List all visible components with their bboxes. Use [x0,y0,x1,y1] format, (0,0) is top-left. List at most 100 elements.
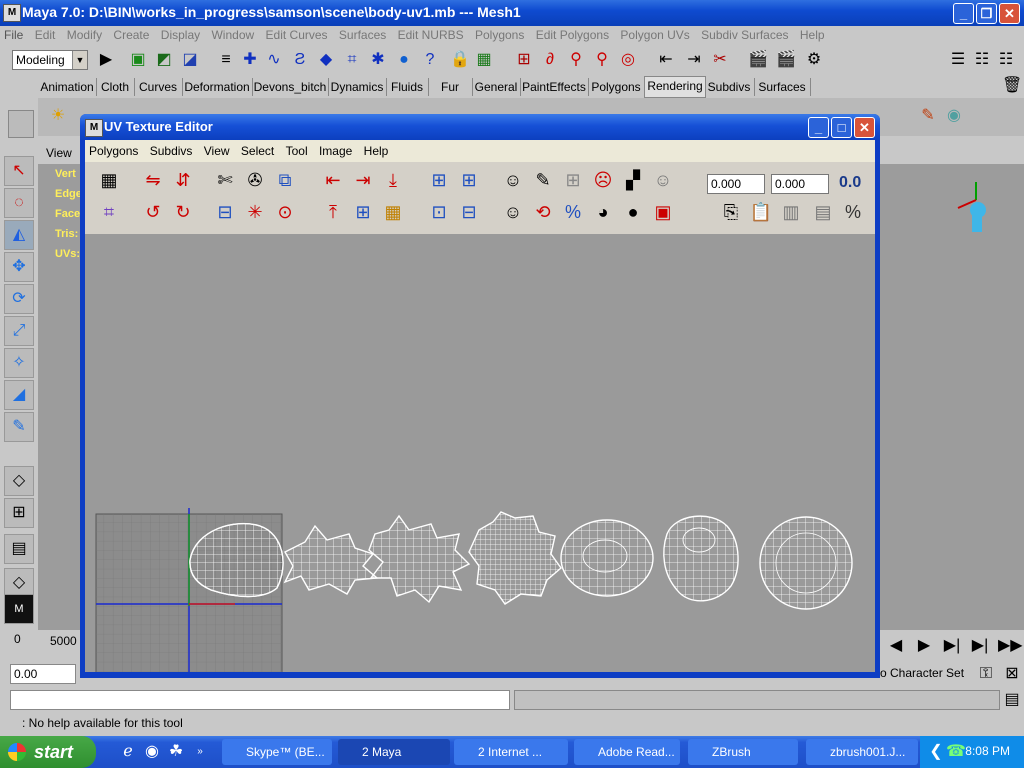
shaded-uv-icon[interactable]: ☺ [499,166,527,194]
shelf-tab-subdivs[interactable]: Subdivs [704,78,755,96]
grid-uvs-icon[interactable]: ▦ [379,198,407,226]
snap-plane-icon[interactable]: ◆ [316,50,336,70]
menu-help[interactable]: Help [796,26,829,44]
shelf-tab-fur[interactable]: Fur [428,78,473,96]
ipr-render-icon[interactable]: ⚲ [592,50,612,70]
select-hierarchy-icon[interactable]: ▣ [128,50,148,70]
shelf-tab-deformation[interactable]: Deformation [182,78,253,96]
unitize-icon[interactable]: ✳ [241,198,269,226]
zoom-out-icon[interactable]: ⊟ [455,198,483,226]
media-quicklaunch-icon[interactable]: ◉ [142,742,162,762]
attribute-editor-icon[interactable]: ☰ [948,50,968,70]
soft-mod-tool-icon[interactable]: ◢ [4,380,34,410]
messenger-quicklaunch-icon[interactable]: ☘ [166,742,186,762]
four-pane-layout-icon[interactable]: ⊞ [4,498,34,528]
center-icon[interactable]: ⊞ [349,198,377,226]
minimize-button[interactable]: _ [953,3,974,24]
live-surface-icon[interactable]: ⌗ [342,50,362,70]
last-tool-icon[interactable]: ✎ [4,412,34,442]
uv-menu-view[interactable]: View [200,140,234,162]
shelf-tab-polygons[interactable]: Polygons [588,78,645,96]
align-right-icon[interactable]: ⇥ [349,166,377,194]
snap-grid-icon[interactable]: ✚ [240,50,260,70]
uv-menu-polygons[interactable]: Polygons [85,140,142,162]
light-icon[interactable]: ☀ [48,106,68,126]
copy-uvs-icon[interactable]: ⎘ [717,198,745,226]
rotate-ccw-icon[interactable]: ↺ [139,198,167,226]
cut-uvs-icon[interactable]: ✄ [211,166,239,194]
flip-u-icon[interactable]: ⇋ [139,166,167,194]
paste-uvs-icon[interactable]: 📋 [747,198,775,226]
shelf-tab-devons-bitch[interactable]: Devons_bitch [252,78,329,96]
magnet-icon[interactable]: ✱ [368,50,388,70]
snap-curve-icon[interactable]: ∿ [264,50,284,70]
uv-maximize-button[interactable]: □ [831,117,852,138]
mel-command-input[interactable] [10,690,510,710]
help-icon[interactable]: ? [420,50,440,70]
render-settings-icon[interactable]: ⚙ [804,50,824,70]
uv-editor-canvas[interactable] [85,234,875,701]
uv-layout-graphic[interactable] [85,234,875,701]
uv-menu-image[interactable]: Image [315,140,356,162]
manipulator-tool-icon[interactable]: ✧ [4,348,34,378]
menu-file[interactable]: File [0,26,27,44]
layout-uvs-icon[interactable]: ⊟ [211,198,239,226]
start-button[interactable]: start [0,736,96,768]
scale-tool-icon[interactable]: ⤢ [4,316,34,346]
render-frame-icon[interactable]: ⚲ [566,50,586,70]
script-editor-icon[interactable]: ▤ [1002,690,1022,710]
uv-editor-app-icon[interactable]: M [85,119,103,137]
toggle-grid-icon[interactable]: ⊞ [425,166,453,194]
tool-settings-icon[interactable]: ☷ [972,50,992,70]
lock-icon[interactable]: 🔒 [450,50,470,70]
uv-zero-label[interactable]: 0.0 [839,174,861,192]
shelf-tab-general[interactable]: General [472,78,521,96]
move-sew-icon[interactable]: ⧉ [271,166,299,194]
taskbar-button-adobe-reader[interactable]: Adobe Read... [574,739,680,765]
frame-all-icon[interactable]: ⊞ [455,166,483,194]
menu-polygon-uvs[interactable]: Polygon UVs [616,26,693,44]
uv-lattice-icon[interactable]: ⌗ [95,198,123,226]
more-quicklaunch-icon[interactable]: » [190,742,210,762]
menu-edit-nurbs[interactable]: Edit NURBS [394,26,468,44]
menu-modify[interactable]: Modify [63,26,106,44]
pixel-snap-icon[interactable]: ⊞ [559,166,587,194]
menu-surfaces[interactable]: Surfaces [335,26,390,44]
character-set-label[interactable]: o Character Set [880,666,964,680]
uv-menu-help[interactable]: Help [360,140,393,162]
play-icon[interactable]: ▶ [914,636,934,656]
align-bottom-icon[interactable]: ⤓ [379,166,407,194]
menu-edit-polygons[interactable]: Edit Polygons [532,26,613,44]
menu-edit[interactable]: Edit [31,26,60,44]
step-back-icon[interactable]: ◀ [886,636,906,656]
rotate-tool-icon[interactable]: ⟳ [4,284,34,314]
viewport-menu-view[interactable]: View [42,144,76,162]
snap-point-icon[interactable]: Ƨ [290,50,310,70]
refresh-icon[interactable]: ⟲ [529,198,557,226]
single-pane-layout-icon[interactable]: ◇ [4,466,34,496]
output-field-icon[interactable]: ⇥ [684,50,704,70]
flip-v-icon[interactable]: ⇵ [169,166,197,194]
collapse-icon[interactable]: ▶ [96,50,116,70]
align-top-icon[interactable]: ⤒ [319,198,347,226]
restore-button[interactable]: ❐ [976,3,997,24]
disc-icon[interactable]: ◉ [944,106,964,126]
filter-icon[interactable]: ≡ [216,50,236,70]
close-button[interactable]: ✕ [999,3,1020,24]
paste-u-icon[interactable]: ▥ [777,198,805,226]
shelf-tab-cloth[interactable]: Cloth [96,78,135,96]
shelf-tab-painteffects[interactable]: PaintEffects [520,78,589,96]
uv-percent-icon[interactable]: % [839,198,867,226]
select-component-icon[interactable]: ◪ [180,50,200,70]
texture-border-icon[interactable]: ✎ [529,166,557,194]
checker-icon[interactable]: ▦ [95,166,123,194]
shelf-tab-curves[interactable]: Curves [134,78,183,96]
shelf-tab-animation[interactable]: Animation [38,78,97,96]
taskbar-clock[interactable]: 8:08 PM [965,744,1010,758]
render-globals-icon[interactable]: ◎ [618,50,638,70]
ipr-icon[interactable]: 🎬 [776,50,796,70]
channel-box-icon[interactable]: ☷ [996,50,1016,70]
rgb-channels-icon[interactable]: ◕ [589,198,617,226]
uv-menu-subdivs[interactable]: Subdivs [146,140,197,162]
select-object-icon[interactable]: ◩ [154,50,174,70]
